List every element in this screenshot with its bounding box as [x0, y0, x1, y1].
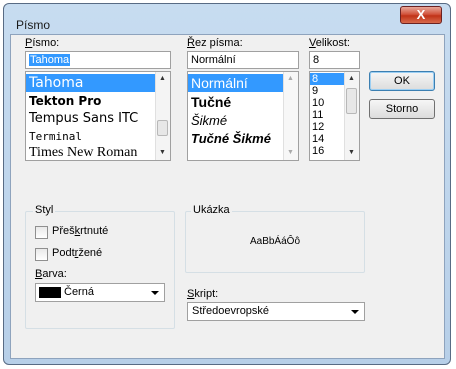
color-swatch: [39, 287, 61, 298]
scroll-up-arrow-icon[interactable]: ▲: [284, 72, 297, 86]
scroll-down-arrow-icon[interactable]: ▼: [156, 146, 169, 160]
underline-label[interactable]: Podtržené: [52, 247, 102, 259]
close-icon: X: [416, 7, 426, 22]
font-style-input[interactable]: Normální: [187, 51, 299, 69]
effects-group-label: Styl: [33, 204, 56, 216]
sample-group-label: Ukázka: [191, 204, 232, 216]
color-select[interactable]: Černá: [35, 283, 165, 302]
size-list-item-12[interactable]: 12: [310, 121, 324, 133]
style-list-scrollbar[interactable]: ▲ ▼: [283, 72, 298, 160]
close-button[interactable]: X: [400, 6, 442, 24]
script-select[interactable]: Středoevropské: [187, 302, 365, 321]
font-size-list[interactable]: 8 9 10 11 12 14 16 ▲ ▼: [309, 71, 360, 161]
scroll-down-arrow-icon[interactable]: ▼: [345, 146, 358, 160]
font-list-item-tahoma[interactable]: Tahoma: [26, 74, 155, 92]
font-list-scrollbar[interactable]: ▲ ▼: [155, 72, 170, 160]
script-select-value: Středoevropské: [192, 305, 270, 317]
sample-text: AaBbÁáÔô: [249, 236, 301, 247]
strikeout-label[interactable]: Přeškrtnuté: [52, 225, 108, 237]
font-list-item-times-new-roman[interactable]: Times New Roman: [26, 144, 137, 160]
scroll-up-arrow-icon[interactable]: ▲: [156, 72, 169, 86]
style-list-item-italic[interactable]: Šikmé: [188, 112, 227, 130]
size-list-item-8[interactable]: 8: [310, 73, 345, 85]
title-bar[interactable]: Písmo X: [4, 4, 450, 34]
scroll-up-arrow-icon[interactable]: ▲: [345, 72, 358, 86]
size-list-item-10[interactable]: 10: [310, 97, 324, 109]
color-label: Barva:: [35, 268, 67, 280]
dialog-client-area: Písmo: Tahoma Tahoma Tekton Pro Tempus S…: [10, 34, 445, 359]
font-label: Písmo:: [25, 37, 60, 49]
font-list-item-terminal[interactable]: Terminal: [26, 128, 82, 145]
font-list[interactable]: Tahoma Tekton Pro Tempus Sans ITC Termin…: [25, 71, 171, 161]
size-list-scrollbar[interactable]: ▲ ▼: [344, 72, 359, 160]
scroll-thumb[interactable]: [346, 88, 357, 114]
size-list-item-9[interactable]: 9: [310, 85, 318, 97]
style-label: Řez písma:: [187, 37, 243, 49]
font-name-input-value: Tahoma: [29, 54, 71, 66]
color-select-value: Černá: [64, 286, 94, 298]
ok-button[interactable]: OK: [369, 71, 435, 91]
chevron-down-icon: [351, 310, 359, 314]
font-dialog-window: Písmo X Písmo: Tahoma Tahoma Tekton Pro …: [3, 3, 451, 365]
underline-checkbox[interactable]: [35, 248, 48, 261]
font-size-input[interactable]: 8: [309, 51, 360, 69]
style-list-item-regular[interactable]: Normální: [188, 74, 284, 92]
style-list-item-bold[interactable]: Tučné: [188, 93, 231, 111]
scroll-thumb[interactable]: [157, 120, 168, 136]
font-name-input[interactable]: Tahoma: [25, 51, 171, 69]
window-title: Písmo: [16, 18, 51, 32]
cancel-button[interactable]: Storno: [369, 99, 435, 119]
font-style-list[interactable]: Normální Tučné Šikmé Tučné Šikmé ▲ ▼: [187, 71, 299, 161]
strikeout-checkbox[interactable]: [35, 226, 48, 239]
size-list-item-14[interactable]: 14: [310, 133, 324, 145]
font-list-item-tempus-sans[interactable]: Tempus Sans ITC: [26, 110, 138, 127]
size-list-item-16[interactable]: 16: [310, 145, 324, 157]
style-list-item-bold-italic[interactable]: Tučné Šikmé: [188, 130, 271, 148]
scroll-down-arrow-icon[interactable]: ▼: [284, 146, 297, 160]
size-list-item-11[interactable]: 11: [310, 109, 323, 121]
chevron-down-icon: [151, 291, 159, 295]
font-list-item-tekton-pro[interactable]: Tekton Pro: [26, 93, 101, 110]
script-label: Skript:: [187, 288, 219, 300]
size-label: Velikost:: [309, 37, 350, 49]
